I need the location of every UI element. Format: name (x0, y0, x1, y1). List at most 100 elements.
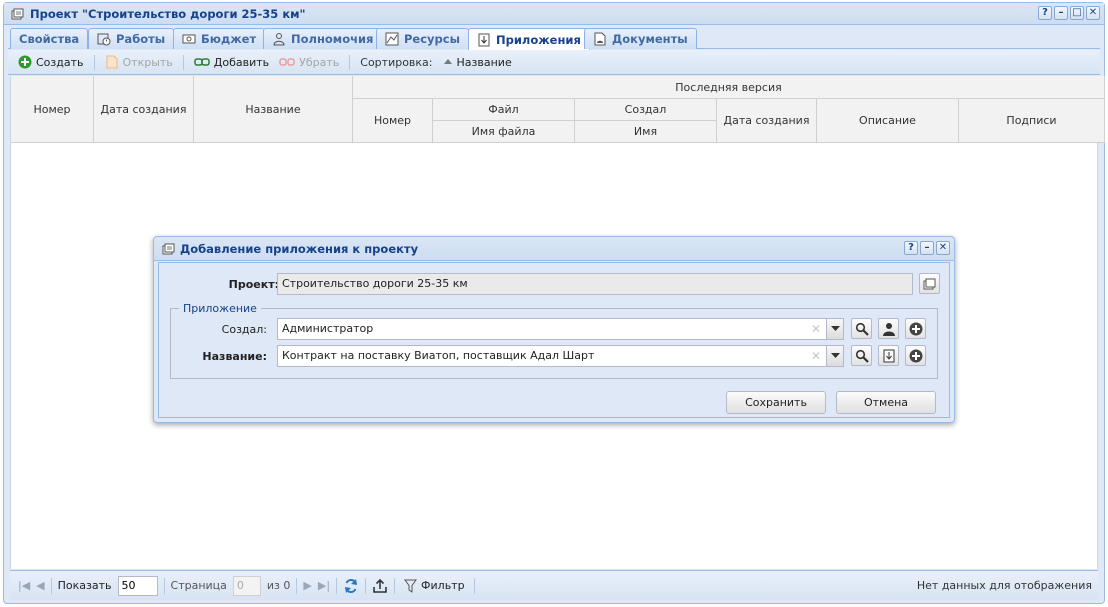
toolbar-separator (182, 54, 184, 70)
sort-by-name-button[interactable]: Название (440, 56, 515, 69)
tab-attachments[interactable]: Приложения (468, 28, 590, 50)
name-dropdown-trigger[interactable] (827, 345, 844, 367)
open-button[interactable]: Открыть (102, 55, 176, 69)
select-attachment-button[interactable] (878, 345, 899, 366)
export-icon[interactable] (372, 578, 388, 594)
remove-link-button-label: Убрать (299, 55, 340, 69)
next-page-icon[interactable]: ▶ (303, 579, 311, 592)
column-header-signatures[interactable]: Подписи (959, 99, 1105, 143)
column-header-number[interactable]: Номер (11, 76, 94, 143)
filter-button-label: Фильтр (421, 579, 465, 592)
column-header-name[interactable]: Название (194, 76, 353, 143)
open-project-button[interactable] (919, 273, 940, 294)
pager-separator (50, 577, 52, 594)
column-header-filename[interactable]: Имя файла (433, 121, 575, 143)
tab-properties[interactable]: Свойства (10, 28, 89, 49)
plus-circle-icon (909, 322, 922, 335)
tab-tasks[interactable]: Работы (88, 28, 175, 49)
pager-separator (394, 577, 396, 594)
column-header-description[interactable]: Описание (817, 99, 959, 143)
column-header-version-created[interactable]: Дата создания (717, 99, 817, 143)
attachment-fieldset: Приложение Создал: Администратор ✕ Назва… (170, 302, 938, 379)
tab-bar: Свойства Работы Бюджет Полномочия Ресурс… (8, 26, 1100, 50)
filter-icon (404, 579, 418, 593)
project-icon (162, 243, 175, 255)
sort-asc-icon (443, 59, 452, 64)
help-icon[interactable]: ? (904, 241, 918, 255)
search-icon (855, 349, 869, 363)
creator-dropdown-trigger[interactable] (827, 318, 844, 340)
window-titlebar[interactable]: Проект "Строительство дороги 25-35 км" ?… (4, 3, 1104, 25)
unlink-icon (279, 58, 295, 66)
chart-icon (385, 32, 399, 46)
search-creator-button[interactable] (851, 318, 872, 339)
project-label: Проект: (228, 278, 279, 291)
remove-link-button[interactable]: Убрать (276, 56, 342, 69)
creator-value: Администратор (282, 322, 374, 335)
clear-creator-icon[interactable]: ✕ (811, 322, 821, 336)
tab-permissions[interactable]: Полномочия (263, 28, 383, 49)
maximize-icon[interactable]: □ (1070, 6, 1084, 20)
pager-separator (365, 577, 367, 594)
add-name-button[interactable] (905, 345, 926, 366)
first-page-icon[interactable]: |◀ (18, 579, 30, 592)
close-icon[interactable]: ✕ (1086, 6, 1100, 20)
tab-resources[interactable]: Ресурсы (376, 28, 469, 49)
page-size-input[interactable] (117, 575, 158, 596)
chevron-down-icon (830, 353, 840, 358)
creator-combobox[interactable]: Администратор (277, 318, 827, 340)
refresh-icon[interactable] (343, 578, 359, 594)
tab-attachments-label: Приложения (496, 32, 581, 47)
create-button[interactable]: Создать (15, 55, 87, 69)
last-page-icon[interactable]: ▶| (318, 579, 330, 592)
column-header-created[interactable]: Дата создания (94, 76, 194, 143)
tab-budget[interactable]: Бюджет (173, 28, 266, 49)
tab-tasks-label: Работы (116, 32, 166, 46)
select-user-button[interactable] (878, 318, 899, 339)
close-icon[interactable]: ✕ (936, 241, 950, 255)
toolbar: Создать Открыть Добавить Убрать Сортиров… (8, 50, 1100, 75)
attachment-fieldset-legend: Приложение (179, 302, 261, 315)
tab-permissions-label: Полномочия (291, 32, 374, 46)
open-button-label: Открыть (122, 55, 173, 69)
user-icon (882, 322, 895, 336)
prev-page-icon[interactable]: ◀ (36, 579, 44, 592)
dialog-titlebar[interactable]: Добавление приложения к проекту ? – ✕ (154, 237, 954, 261)
attachment-icon (478, 33, 490, 46)
documents-icon (594, 32, 606, 46)
name-label: Название: (202, 350, 267, 363)
add-creator-button[interactable] (905, 318, 926, 339)
sort-field-label: Название (456, 55, 512, 69)
name-combobox[interactable]: Контракт на поставку Виатоп, поставщик А… (277, 345, 827, 367)
tasks-icon (97, 33, 111, 46)
save-button[interactable]: Сохранить (726, 391, 826, 414)
sort-label: Сортировка: (360, 55, 433, 69)
minimize-icon[interactable]: – (1054, 6, 1068, 20)
page-number-input[interactable] (232, 575, 261, 596)
page-count-label: из 0 (266, 579, 291, 592)
page-label: Страница (170, 579, 227, 592)
minimize-icon[interactable]: – (920, 241, 934, 255)
column-group-file: Файл (433, 99, 575, 121)
search-name-button[interactable] (851, 345, 872, 366)
tab-documents[interactable]: Документы (584, 28, 697, 49)
clear-name-icon[interactable]: ✕ (811, 349, 821, 363)
add-attachment-dialog: Добавление приложения к проекту ? – ✕ Пр… (153, 236, 955, 423)
window-title: Проект "Строительство дороги 25-35 км" (30, 7, 306, 21)
project-icon (923, 278, 935, 289)
link-icon (194, 58, 210, 66)
tab-documents-label: Документы (612, 32, 688, 46)
dialog-title: Добавление приложения к проекту (180, 242, 419, 256)
plus-circle-icon (909, 349, 922, 362)
open-document-icon (106, 55, 117, 69)
project-field: Строительство дороги 25-35 км (277, 273, 913, 295)
add-link-button-label: Добавить (213, 55, 270, 69)
column-group-last-version: Последняя версия (353, 76, 1105, 99)
cancel-button[interactable]: Отмена (836, 391, 936, 414)
filter-button[interactable]: Фильтр (401, 579, 468, 593)
help-icon[interactable]: ? (1038, 6, 1052, 20)
pager-separator (336, 577, 338, 594)
column-header-version-number[interactable]: Номер (353, 99, 433, 143)
column-header-creator-name[interactable]: Имя (575, 121, 717, 143)
add-link-button[interactable]: Добавить (191, 56, 272, 69)
